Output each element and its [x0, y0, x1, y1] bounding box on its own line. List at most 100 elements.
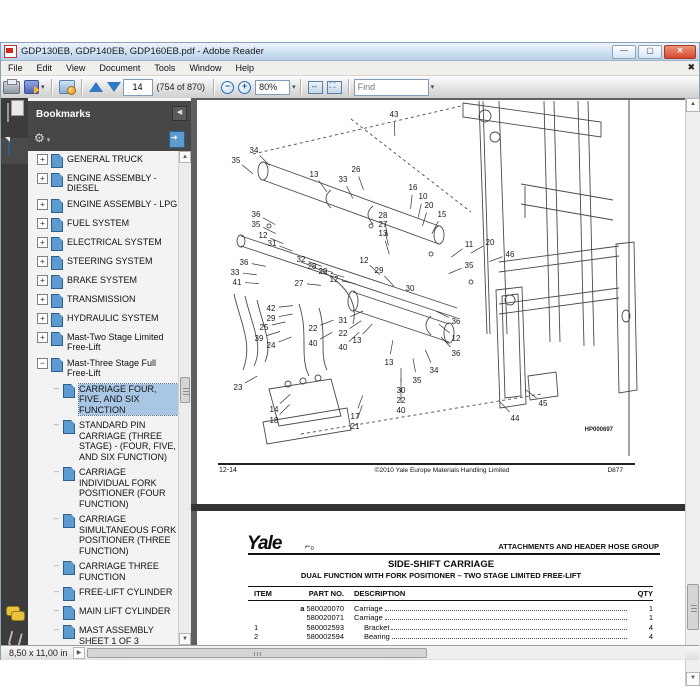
bookmark-label[interactable]: Mast-Two Stage Limited Free-Lift: [67, 332, 178, 353]
bookmark-item[interactable]: – FREE-LIFT CYLINDER: [28, 585, 179, 604]
scroll-right-icon[interactable]: ▶: [73, 647, 85, 659]
bookmarks-tab[interactable]: [1, 137, 28, 164]
menu-item-edit[interactable]: Edit: [30, 61, 60, 75]
bookmark-item[interactable]: − Mast-Three Stage Full Free-Lift: [28, 355, 179, 381]
expander-icon[interactable]: +: [37, 153, 48, 165]
chevron-down-icon[interactable]: ▾: [431, 83, 435, 91]
collaborate-button[interactable]: [58, 80, 76, 95]
bookmark-item[interactable]: – CARRIAGE THREE FUNCTION: [28, 559, 179, 585]
toolbar-divider: [213, 79, 216, 95]
horizontal-scrollbar[interactable]: ◀ ▶: [73, 647, 685, 659]
bookmark-item[interactable]: + Mast-Two Stage Limited Free-Lift: [28, 329, 179, 355]
fit-width-icon[interactable]: [307, 80, 323, 94]
bookmark-label[interactable]: CARRIAGE SIMULTANEOUS FORK POSITIONER (T…: [79, 514, 178, 556]
expander-icon[interactable]: +: [37, 217, 48, 229]
scrollbar-thumb[interactable]: [687, 584, 699, 630]
bookmark-label[interactable]: STEERING SYSTEM: [67, 256, 178, 267]
expander-icon[interactable]: +: [37, 274, 48, 286]
bookmark-label[interactable]: TRANSMISSION: [67, 294, 178, 305]
bookmark-item[interactable]: – STANDARD PIN CARRIAGE (THREE STAGE) - (…: [28, 418, 179, 465]
bookmark-label[interactable]: GENERAL TRUCK: [67, 154, 178, 165]
attachments-paperclip-icon[interactable]: [7, 630, 23, 645]
diagram-callout: 18: [270, 416, 279, 425]
bookmark-label[interactable]: Mast-Three Stage Full Free-Lift: [67, 358, 178, 379]
bookmark-item[interactable]: – CARRIAGE FOUR, FIVE, AND SIX FUNCTION: [28, 381, 179, 418]
menu-item-document[interactable]: Document: [92, 61, 147, 75]
bookmark-label[interactable]: ELECTRICAL SYSTEM: [67, 237, 178, 248]
bookmark-label[interactable]: MAIN LIFT CYLINDER: [79, 606, 178, 617]
menu-item-window[interactable]: Window: [182, 61, 228, 75]
comments-icon[interactable]: [11, 611, 25, 621]
bookmark-item[interactable]: + STEERING SYSTEM: [28, 253, 179, 272]
bookmark-item[interactable]: + FUEL SYSTEM: [28, 215, 179, 234]
expander-icon[interactable]: +: [37, 255, 48, 267]
section-header: ATTACHMENTS AND HEADER HOSE GROUP: [498, 542, 659, 551]
bookmark-label[interactable]: ENGINE ASSEMBLY - LPG: [67, 199, 178, 210]
expander-icon[interactable]: +: [37, 312, 48, 324]
expander-icon: –: [54, 382, 60, 393]
zoom-level-select[interactable]: 80%: [255, 79, 291, 95]
menu-item-file[interactable]: File: [1, 61, 30, 75]
expander-icon[interactable]: +: [37, 172, 48, 184]
bookmark-item[interactable]: + TRANSMISSION: [28, 291, 179, 310]
page-thumbnails-icon[interactable]: [5, 103, 24, 126]
bookmark-label[interactable]: STANDARD PIN CARRIAGE (THREE STAGE) - (F…: [79, 420, 178, 462]
scroll-down-icon[interactable]: ▼: [179, 633, 191, 645]
bookmarks-scrollbar[interactable]: ▲ ▼: [178, 151, 191, 645]
bookmark-item[interactable]: + GENERAL TRUCK: [28, 151, 179, 170]
bookmark-label[interactable]: ENGINE ASSEMBLY - DIESEL: [67, 173, 178, 194]
scroll-down-icon[interactable]: ▼: [686, 672, 700, 686]
print-button[interactable]: [3, 78, 20, 94]
minimize-button[interactable]: —: [612, 45, 636, 59]
bookmark-item[interactable]: – MAIN LIFT CYLINDER: [28, 604, 179, 623]
bookmark-item[interactable]: + BRAKE SYSTEM: [28, 272, 179, 291]
vertical-scrollbar[interactable]: ▲ ▼: [685, 98, 700, 686]
bookmark-item[interactable]: + HYDRAULIC SYSTEM: [28, 310, 179, 329]
bookmark-item[interactable]: – CARRIAGE SIMULTANEOUS FORK POSITIONER (…: [28, 512, 179, 559]
bookmark-label[interactable]: CARRIAGE THREE FUNCTION: [79, 561, 178, 582]
bookmark-page-icon: [51, 312, 63, 327]
fit-page-icon[interactable]: [326, 80, 342, 94]
menu-item-help[interactable]: Help: [228, 61, 261, 75]
zoom-out-icon[interactable]: −: [221, 80, 235, 94]
zoom-in-icon[interactable]: +: [238, 80, 252, 94]
next-page-button[interactable]: [106, 82, 121, 92]
bookmark-label[interactable]: HYDRAULIC SYSTEM: [67, 313, 178, 324]
scrollbar-thumb[interactable]: [180, 377, 190, 403]
scroll-up-icon[interactable]: ▲: [179, 151, 191, 163]
callout-leader-line: [251, 263, 266, 267]
expander-icon[interactable]: −: [37, 357, 48, 369]
bookmark-label[interactable]: FREE-LIFT CYLINDER: [79, 587, 178, 598]
expander-icon: –: [54, 624, 60, 634]
bookmark-item[interactable]: – CARRIAGE INDIVIDUAL FORK POSITIONER (FO…: [28, 465, 179, 512]
expander-icon[interactable]: +: [37, 198, 48, 210]
expander-icon[interactable]: +: [37, 293, 48, 305]
menu-item-view[interactable]: View: [59, 61, 92, 75]
bookmark-label[interactable]: CARRIAGE INDIVIDUAL FORK POSITIONER (FOU…: [79, 467, 178, 509]
bookmark-item[interactable]: + ENGINE ASSEMBLY - DIESEL: [28, 170, 179, 196]
scroll-up-icon[interactable]: ▲: [686, 98, 700, 112]
scrollbar-thumb[interactable]: [87, 648, 427, 658]
bookmark-item[interactable]: + ELECTRICAL SYSTEM: [28, 234, 179, 253]
diagram-callout: 11: [465, 240, 474, 249]
previous-page-button[interactable]: [88, 82, 103, 92]
bookmark-label[interactable]: FUEL SYSTEM: [67, 218, 178, 229]
collapse-panel-icon[interactable]: ◀: [172, 106, 187, 121]
bookmark-item[interactable]: + ENGINE ASSEMBLY - LPG: [28, 196, 179, 215]
bookmark-label-selected[interactable]: CARRIAGE FOUR, FIVE, AND SIX FUNCTION: [78, 382, 179, 416]
chevron-down-icon[interactable]: ▾: [292, 83, 296, 91]
send-button[interactable]: ▾: [24, 80, 45, 94]
options-gear-icon[interactable]: ⚙ ▾: [34, 131, 50, 145]
page-number-input[interactable]: [122, 78, 153, 96]
menu-item-tools[interactable]: Tools: [147, 61, 182, 75]
expander-icon[interactable]: +: [37, 236, 48, 248]
expander-icon[interactable]: +: [37, 331, 48, 343]
bookmark-label[interactable]: MAST ASSEMBLY SHEET 1 OF 3: [79, 625, 178, 645]
bookmark-label[interactable]: BRAKE SYSTEM: [67, 275, 178, 286]
bookmark-item[interactable]: – MAST ASSEMBLY SHEET 1 OF 3: [28, 623, 179, 646]
find-input[interactable]: [353, 78, 429, 96]
document-close-icon[interactable]: ✖: [687, 62, 695, 73]
close-button[interactable]: ✕: [664, 45, 696, 59]
maximize-button[interactable]: ▢: [638, 45, 662, 59]
expand-current-bookmark-icon[interactable]: [169, 131, 185, 148]
